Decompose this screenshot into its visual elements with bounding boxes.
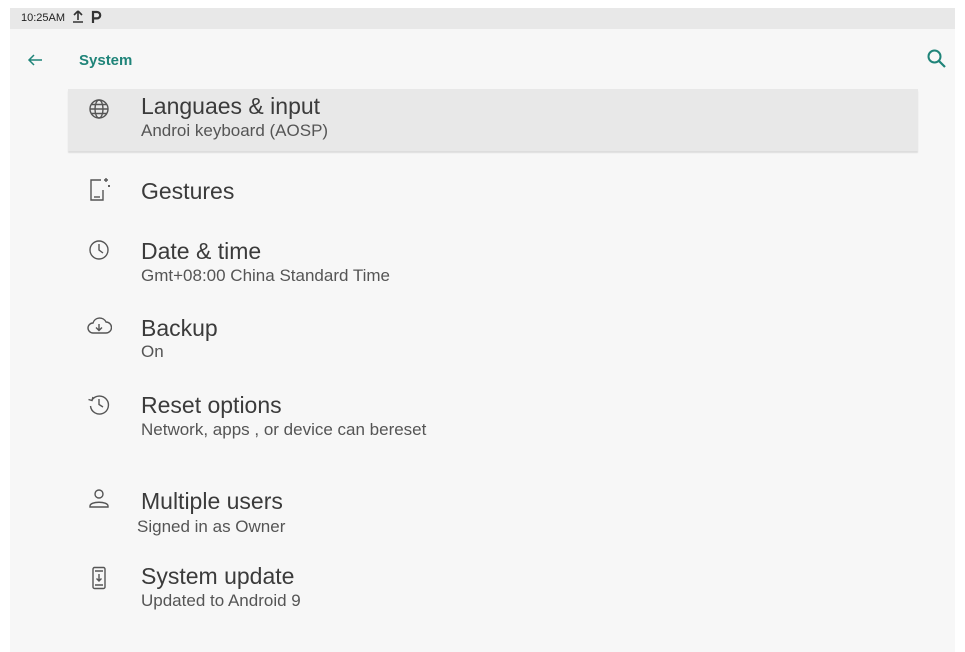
system-update-icon	[86, 565, 112, 591]
setting-label: Date & time	[141, 238, 262, 264]
settings-screen: 10:25AM System Languaes & input Androi k…	[10, 8, 955, 652]
globe-icon	[86, 96, 112, 122]
back-arrow-icon[interactable]	[24, 49, 46, 71]
setting-item-date-time[interactable]: Date & time Gmt+08:00 China Standard Tim…	[68, 236, 918, 296]
setting-label: System update	[141, 563, 295, 589]
user-icon	[86, 486, 112, 512]
status-bar: 10:25AM	[10, 8, 955, 29]
upload-icon	[72, 10, 84, 27]
setting-item-reset-options[interactable]: Reset options Network, apps , or device …	[68, 390, 918, 450]
clock-icon	[86, 237, 112, 263]
setting-summary: Signed in as Owner	[137, 517, 286, 536]
setting-item-languages[interactable]: Languaes & input Androi keyboard (AOSP)	[68, 89, 918, 151]
setting-summary: Updated to Android 9	[141, 591, 301, 610]
setting-summary: Network, apps , or device can bereset	[141, 420, 427, 439]
search-icon[interactable]	[925, 47, 949, 71]
setting-summary: Androi keyboard (AOSP)	[141, 121, 329, 140]
setting-label: Gestures	[141, 178, 235, 204]
setting-label: Languaes & input	[141, 93, 321, 119]
setting-item-backup[interactable]: Backup On	[68, 313, 918, 369]
status-time: 10:25AM	[21, 12, 66, 24]
setting-item-system-update[interactable]: System update Updated to Android 9	[68, 561, 918, 619]
setting-summary: On	[141, 342, 164, 361]
setting-label: Backup	[141, 315, 218, 341]
parking-icon	[90, 10, 102, 27]
setting-label: Reset options	[141, 392, 282, 418]
history-icon	[86, 391, 112, 417]
setting-label: Multiple users	[141, 488, 283, 514]
page-title: System	[79, 52, 133, 69]
setting-summary: Gmt+08:00 China Standard Time	[141, 266, 390, 285]
setting-item-gestures[interactable]: Gestures	[68, 168, 918, 216]
app-bar: System	[10, 29, 955, 89]
setting-item-multiple-users[interactable]: Multiple users Signed in as Owner	[68, 486, 918, 544]
cloud-backup-icon	[86, 313, 113, 339]
gestures-icon	[86, 176, 112, 202]
